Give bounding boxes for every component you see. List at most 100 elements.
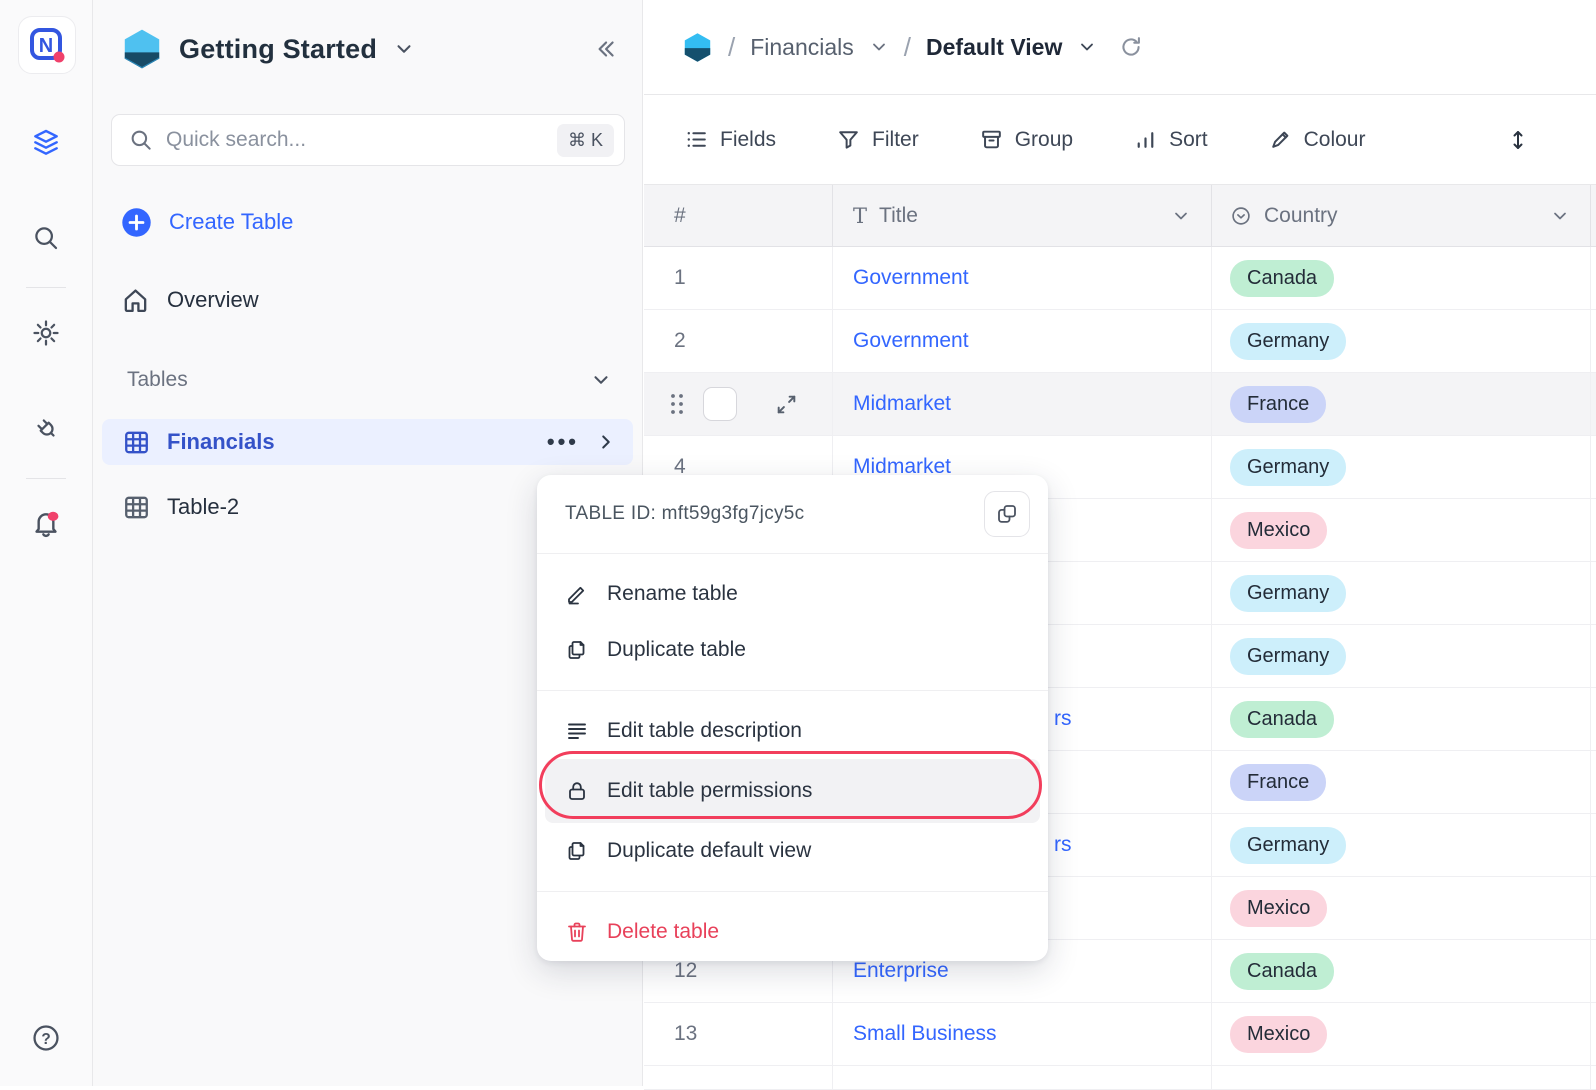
- title-link[interactable]: Government: [853, 266, 969, 290]
- country-pill[interactable]: Canada: [1230, 953, 1334, 990]
- tables-section-header[interactable]: Tables: [127, 360, 612, 400]
- title-link[interactable]: Government: [853, 329, 969, 353]
- create-table-label: Create Table: [169, 209, 293, 235]
- country-cell[interactable]: Mexico: [1211, 1003, 1590, 1065]
- title-cell[interactable]: Government: [832, 247, 1211, 309]
- chevron-down-icon: [590, 369, 612, 391]
- country-cell[interactable]: Canada: [1211, 247, 1590, 309]
- row-height-button[interactable]: [1506, 95, 1530, 185]
- country-cell[interactable]: Germany: [1211, 310, 1590, 372]
- menu-item-edit-table-description[interactable]: Edit table description: [537, 703, 1048, 759]
- title-cell[interactable]: Small Business: [832, 1003, 1211, 1065]
- country-cell[interactable]: Germany: [1211, 436, 1590, 498]
- breadcrumb-table[interactable]: Financials: [750, 34, 854, 61]
- table-id-label: TABLE ID: mft59g3fg7jcy5c: [565, 503, 804, 525]
- group-button[interactable]: Group: [979, 127, 1073, 152]
- integrations-plug-icon[interactable]: [30, 412, 62, 444]
- trash-icon: [565, 920, 589, 944]
- country-pill[interactable]: Mexico: [1230, 890, 1327, 927]
- base-logo-icon[interactable]: [682, 32, 713, 63]
- double-chevron-left-icon: [592, 36, 618, 62]
- country-cell[interactable]: Mexico: [1211, 877, 1590, 939]
- quick-search-box[interactable]: ⌘ K: [111, 114, 625, 166]
- country-pill[interactable]: Mexico: [1230, 512, 1327, 549]
- search-shortcut-badge: ⌘ K: [557, 124, 614, 157]
- menu-item-duplicate-default-view[interactable]: Duplicate default view: [537, 823, 1048, 879]
- drag-handle-icon[interactable]: [666, 391, 688, 417]
- settings-gear-icon[interactable]: [30, 317, 62, 349]
- chevron-right-icon[interactable]: [595, 431, 617, 453]
- row-filler-cell: [1590, 436, 1596, 498]
- row-checkbox[interactable]: [703, 387, 737, 421]
- country-pill[interactable]: France: [1230, 386, 1326, 423]
- chevron-down-icon[interactable]: [1077, 37, 1097, 57]
- group-label: Group: [1015, 128, 1073, 152]
- row-number: 2: [674, 329, 686, 353]
- title-cell[interactable]: Midmarket: [832, 373, 1211, 435]
- sort-bars-icon: [1133, 127, 1158, 152]
- row-filler-cell: [1590, 373, 1596, 435]
- view-toolbar: Fields Filter Group Sort C: [644, 95, 1596, 185]
- sort-button[interactable]: Sort: [1133, 127, 1208, 152]
- country-pill[interactable]: France: [1230, 764, 1326, 801]
- column-header-row-number: #: [644, 185, 832, 246]
- sidebar-item-overview[interactable]: Overview: [121, 278, 614, 322]
- bases-icon[interactable]: [30, 127, 62, 159]
- chevron-down-icon[interactable]: [1550, 206, 1570, 226]
- grid-header: # T Title Country: [644, 185, 1596, 247]
- help-icon[interactable]: ?: [30, 1022, 62, 1054]
- breadcrumb-view[interactable]: Default View: [926, 34, 1062, 61]
- notifications-bell-icon[interactable]: [30, 507, 62, 539]
- fields-button[interactable]: Fields: [684, 127, 776, 152]
- country-pill[interactable]: Canada: [1230, 260, 1334, 297]
- fields-list-icon: [684, 127, 709, 152]
- grid-header-filler: [1590, 185, 1596, 246]
- collapse-sidebar-button[interactable]: [592, 36, 618, 62]
- title-link[interactable]: Midmarket: [853, 392, 951, 416]
- menu-item-rename-table[interactable]: Rename table: [537, 566, 1048, 622]
- app-rail: N: [0, 0, 93, 1086]
- country-pill[interactable]: Germany: [1230, 323, 1346, 360]
- rail-divider: [26, 287, 66, 288]
- country-cell[interactable]: Canada: [1211, 940, 1590, 1002]
- country-pill[interactable]: Germany: [1230, 575, 1346, 612]
- country-cell[interactable]: Germany: [1211, 562, 1590, 624]
- row-filler-cell: [1590, 625, 1596, 687]
- refresh-icon[interactable]: [1118, 34, 1144, 60]
- duplicate-icon: [565, 839, 589, 863]
- country-pill[interactable]: Germany: [1230, 449, 1346, 486]
- colour-label: Colour: [1304, 128, 1366, 152]
- title-cell[interactable]: Government: [832, 310, 1211, 372]
- chevron-down-icon[interactable]: [1171, 206, 1191, 226]
- country-pill[interactable]: Germany: [1230, 827, 1346, 864]
- country-cell[interactable]: France: [1211, 751, 1590, 813]
- workspace-title[interactable]: Getting Started: [179, 34, 377, 65]
- country-cell[interactable]: Germany: [1211, 625, 1590, 687]
- table-options-button[interactable]: •••: [547, 429, 579, 455]
- country-pill[interactable]: Germany: [1230, 638, 1346, 675]
- expand-row-icon[interactable]: [774, 392, 799, 417]
- country-cell[interactable]: Mexico: [1211, 499, 1590, 561]
- filter-button[interactable]: Filter: [836, 127, 919, 152]
- menu-item-edit-table-permissions[interactable]: Edit table permissions: [545, 759, 1040, 823]
- sidebar-item-financials[interactable]: Financials •••: [102, 419, 633, 465]
- colour-button[interactable]: Colour: [1268, 127, 1366, 152]
- country-pill[interactable]: Mexico: [1230, 1016, 1327, 1053]
- chevron-down-icon[interactable]: [869, 37, 889, 57]
- country-cell[interactable]: France: [1211, 373, 1590, 435]
- copy-table-id-button[interactable]: [984, 491, 1030, 537]
- app-logo[interactable]: N: [18, 16, 76, 74]
- quick-search-input[interactable]: [166, 128, 545, 152]
- country-cell[interactable]: Canada: [1211, 688, 1590, 750]
- create-table-button[interactable]: Create Table: [121, 200, 614, 244]
- country-cell[interactable]: Germany: [1211, 814, 1590, 876]
- column-header-title[interactable]: T Title: [832, 185, 1211, 246]
- menu-item-duplicate-table[interactable]: Duplicate table: [537, 622, 1048, 678]
- country-pill[interactable]: Canada: [1230, 701, 1334, 738]
- table-2-label: Table-2: [167, 494, 239, 520]
- column-header-country[interactable]: Country: [1211, 185, 1590, 246]
- menu-item-delete-table[interactable]: Delete table: [537, 904, 1048, 960]
- search-icon[interactable]: [30, 222, 62, 254]
- title-link[interactable]: Small Business: [853, 1022, 997, 1046]
- chevron-down-icon[interactable]: [393, 38, 415, 60]
